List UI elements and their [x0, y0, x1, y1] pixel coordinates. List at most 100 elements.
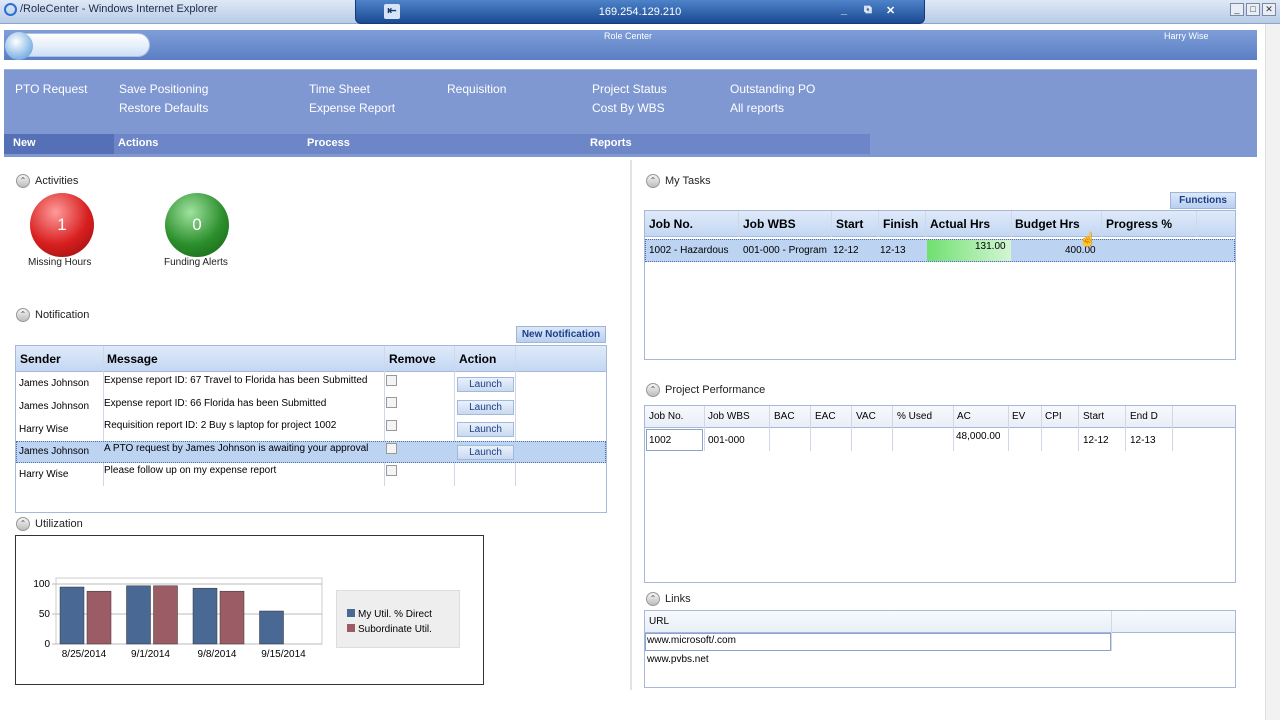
- tab-reports[interactable]: Reports: [590, 137, 632, 149]
- project-performance-title: Project Performance: [665, 383, 766, 396]
- collapse-icon[interactable]: ⌃: [16, 174, 30, 188]
- home-orb[interactable]: [5, 32, 150, 60]
- perf-job-wbs: 001-000: [708, 435, 745, 446]
- legend-swatch-direct: [347, 609, 355, 617]
- ribbon-requisition[interactable]: Requisition: [447, 82, 506, 96]
- col-job-no[interactable]: Job No.: [649, 217, 693, 231]
- rdp-minimize-button[interactable]: _: [841, 4, 847, 16]
- bar-subordinate: [219, 590, 245, 645]
- ribbon-project-status[interactable]: Project Status: [592, 82, 667, 96]
- missing-hours-orb[interactable]: 1: [30, 193, 94, 257]
- col-remove[interactable]: Remove: [389, 352, 436, 366]
- col-start[interactable]: Start: [836, 217, 863, 231]
- link-url[interactable]: www.microsoft/.com: [647, 635, 736, 646]
- col-budget-hrs[interactable]: Budget Hrs: [1015, 217, 1080, 231]
- project-performance-header[interactable]: ⌃ Project Performance: [646, 383, 765, 397]
- perf-job-no: 1002: [649, 435, 672, 446]
- my-tasks-header[interactable]: ⌃ My Tasks: [646, 174, 711, 188]
- col-actual-hrs[interactable]: Actual Hrs: [930, 217, 990, 231]
- ribbon-expense-report[interactable]: Expense Report: [309, 101, 395, 115]
- remove-checkbox[interactable]: [386, 443, 397, 454]
- links-grid-header: URL: [645, 611, 1235, 633]
- col-bac[interactable]: BAC: [774, 411, 795, 422]
- activities-header[interactable]: ⌃ Activities: [16, 174, 78, 188]
- y-tick-label: 100: [33, 579, 50, 590]
- ie-icon: [4, 3, 17, 16]
- col-sender[interactable]: Sender: [20, 352, 61, 366]
- ribbon-cost-by-wbs[interactable]: Cost By WBS: [592, 101, 665, 115]
- col-job-wbs[interactable]: Job WBS: [743, 217, 796, 231]
- ribbon-outstanding-po[interactable]: Outstanding PO: [730, 82, 815, 96]
- minimize-button[interactable]: _: [1230, 3, 1244, 16]
- notif-message: Please follow up on my expense report: [104, 465, 277, 476]
- launch-button[interactable]: Launch: [457, 400, 514, 415]
- col-job-wbs[interactable]: Job WBS: [708, 411, 750, 422]
- x-tick-label: 9/8/2014: [198, 649, 237, 660]
- col-start[interactable]: Start: [1083, 411, 1104, 422]
- page-scrollbar[interactable]: [1265, 24, 1280, 720]
- pane-splitter[interactable]: [630, 160, 632, 690]
- col-message[interactable]: Message: [107, 352, 158, 366]
- maximize-button[interactable]: □: [1246, 3, 1260, 16]
- x-tick-label: 8/25/2014: [62, 649, 107, 660]
- task-actual-hrs: 131.00: [975, 241, 1006, 252]
- remove-checkbox[interactable]: [386, 465, 397, 476]
- launch-button[interactable]: Launch: [457, 377, 514, 392]
- chart-legend: My Util. % Direct Subordinate Util.: [336, 590, 460, 648]
- task-job-wbs: 001-000 - Program: [743, 245, 827, 256]
- perf-start: 12-12: [1083, 435, 1109, 446]
- functions-button[interactable]: Functions: [1170, 192, 1236, 209]
- rdp-restore-button[interactable]: ⧉: [864, 4, 872, 17]
- utilization-chart: 0 50 100 8/25/2014 9/1/2014 9/8/2014 9/15/2014: [33, 577, 323, 660]
- col-url[interactable]: URL: [649, 616, 669, 627]
- window-title: /RoleCenter - Windows Internet Explorer: [20, 3, 218, 15]
- col-vac[interactable]: VAC: [856, 411, 876, 422]
- tab-actions[interactable]: Actions: [118, 137, 158, 149]
- col-eac[interactable]: EAC: [815, 411, 836, 422]
- funding-alerts-orb[interactable]: 0: [165, 193, 229, 257]
- col-ev[interactable]: EV: [1012, 411, 1025, 422]
- tab-process[interactable]: Process: [307, 137, 350, 149]
- col-action[interactable]: Action: [459, 352, 496, 366]
- mouse-cursor-icon: ☝: [1079, 231, 1097, 247]
- collapse-icon[interactable]: ⌃: [646, 383, 660, 397]
- col-finish[interactable]: Finish: [883, 217, 918, 231]
- tab-new[interactable]: New: [4, 134, 114, 154]
- notif-message: Expense report ID: 66 Florida has been S…: [104, 398, 327, 409]
- collapse-icon[interactable]: ⌃: [646, 592, 660, 606]
- activities-title: Activities: [35, 174, 79, 187]
- banner-title: Role Center: [604, 31, 653, 41]
- ribbon-all-reports[interactable]: All reports: [730, 101, 784, 115]
- launch-button[interactable]: Launch: [457, 422, 514, 437]
- close-button[interactable]: ✕: [1262, 3, 1276, 16]
- col-progress[interactable]: Progress %: [1106, 217, 1172, 231]
- remove-checkbox[interactable]: [386, 375, 397, 386]
- collapse-icon[interactable]: ⌃: [16, 517, 30, 531]
- task-finish: 12-13: [880, 245, 906, 256]
- collapse-icon[interactable]: ⌃: [646, 174, 660, 188]
- col-job-no[interactable]: Job No.: [649, 411, 683, 422]
- col-cpi[interactable]: CPI: [1045, 411, 1062, 422]
- y-tick-label: 50: [39, 609, 51, 620]
- rdp-ip: 169.254.129.210: [598, 6, 682, 18]
- remove-checkbox[interactable]: [386, 397, 397, 408]
- notif-sender: James Johnson: [19, 446, 90, 457]
- ribbon-restore-defaults[interactable]: Restore Defaults: [119, 101, 208, 115]
- ribbon-pto-request[interactable]: PTO Request: [15, 82, 87, 96]
- rdp-close-button[interactable]: ✕: [886, 4, 895, 17]
- col-end[interactable]: End D: [1130, 411, 1158, 422]
- link-url[interactable]: www.pvbs.net: [647, 654, 709, 665]
- col-used[interactable]: % Used: [897, 411, 932, 422]
- notif-sender: James Johnson: [19, 401, 90, 412]
- new-notification-button[interactable]: New Notification: [516, 326, 606, 343]
- col-ac[interactable]: AC: [957, 411, 971, 422]
- y-tick-label: 0: [44, 639, 50, 650]
- ribbon-time-sheet[interactable]: Time Sheet: [309, 82, 370, 96]
- launch-button[interactable]: Launch: [457, 445, 514, 460]
- utilization-header[interactable]: ⌃ Utilization: [16, 517, 83, 531]
- ribbon-save-positioning[interactable]: Save Positioning: [119, 82, 208, 96]
- collapse-icon[interactable]: ⌃: [16, 308, 30, 322]
- links-header[interactable]: ⌃ Links: [646, 592, 691, 606]
- remove-checkbox[interactable]: [386, 420, 397, 431]
- notification-header[interactable]: ⌃ Notification: [16, 308, 89, 322]
